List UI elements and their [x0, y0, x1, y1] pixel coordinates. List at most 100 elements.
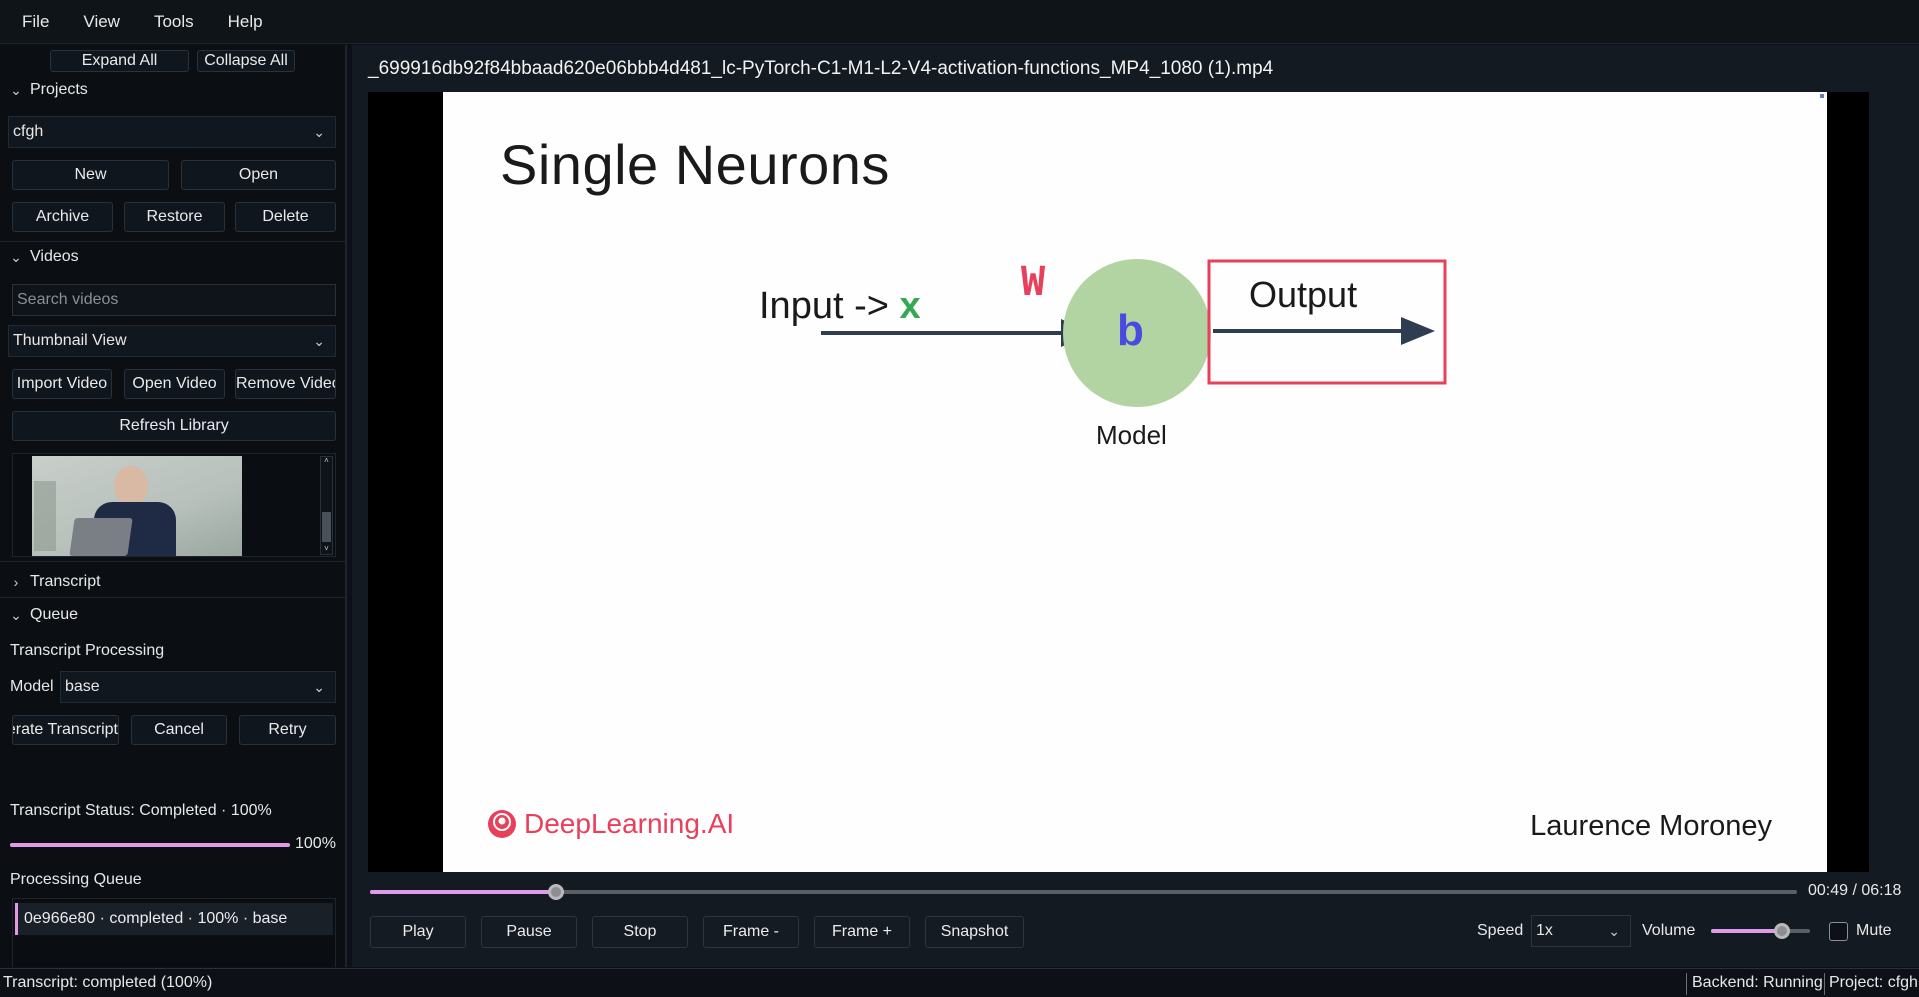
stop-button[interactable]: Stop — [592, 916, 688, 948]
volume-slider-fill — [1711, 929, 1783, 933]
expand-all-button[interactable]: Expand All — [50, 50, 189, 72]
thumbnail-scrollbar[interactable]: ˄ ˅ — [320, 456, 333, 555]
chevron-down-icon: ⌄ — [10, 606, 22, 623]
status-separator — [1824, 973, 1825, 995]
queue-section-header[interactable]: ⌄ Queue — [8, 606, 78, 624]
deeplearning-logo-icon — [488, 810, 516, 838]
menu-view[interactable]: View — [71, 12, 142, 32]
status-bar: Transcript: completed (100%) Backend: Ru… — [0, 968, 1919, 997]
chevron-down-icon: ⌄ — [1608, 923, 1620, 939]
neuron-diagram — [821, 259, 1447, 407]
slide-output-label: Output — [1249, 274, 1358, 315]
retry-button[interactable]: Retry — [239, 715, 336, 745]
import-video-button[interactable]: Import Video — [12, 369, 112, 399]
projects-section-header[interactable]: ⌄ Projects — [8, 81, 88, 99]
project-select[interactable]: cfgh ⌄ — [8, 116, 336, 148]
status-separator — [1686, 973, 1687, 995]
pause-button[interactable]: Pause — [481, 916, 577, 948]
chevron-down-icon: ⌄ — [313, 124, 325, 140]
model-select[interactable]: base ⌄ — [60, 671, 336, 703]
processing-queue-label: Processing Queue — [10, 871, 142, 888]
scroll-down-icon[interactable]: ˅ — [322, 544, 331, 554]
transcript-progress-text: 100% — [295, 835, 336, 852]
transcript-progress-bar — [10, 843, 290, 847]
menu-tools[interactable]: Tools — [142, 12, 216, 32]
processing-queue-list: 0e966e80 · completed · 100% · base — [12, 898, 336, 967]
scrollbar-thumb[interactable] — [322, 512, 331, 542]
open-video-button[interactable]: Open Video — [124, 369, 225, 399]
archive-project-button[interactable]: Archive — [12, 202, 113, 232]
generate-transcript-button[interactable]: Generate Transcript — [12, 715, 119, 745]
slide-bias-label: b — [1117, 306, 1144, 355]
transcript-header-label: Transcript — [30, 573, 101, 590]
divider — [0, 241, 345, 242]
plant-shape — [34, 481, 56, 551]
speed-select[interactable]: 1x ⌄ — [1531, 915, 1631, 947]
project-select-value: cfgh — [13, 123, 44, 140]
menu-help[interactable]: Help — [216, 12, 285, 32]
menu-bar: File View Tools Help — [0, 0, 1919, 44]
transcript-processing-label: Transcript Processing — [10, 642, 165, 659]
refresh-library-button[interactable]: Refresh Library — [12, 411, 336, 441]
volume-slider[interactable] — [1711, 923, 1810, 939]
new-project-button[interactable]: New — [12, 160, 169, 190]
video-thumbnail-list: ˄ ˅ — [12, 453, 336, 557]
chevron-down-icon: ⌄ — [313, 333, 325, 349]
video-file-title: _699916db92f84bbaad620e06bbb4d481_lc-PyT… — [368, 58, 1274, 79]
chevron-right-icon: › — [13, 574, 19, 590]
transcript-status-text: Transcript Status: Completed · 100% — [10, 802, 272, 819]
open-project-button[interactable]: Open — [181, 160, 336, 190]
scroll-up-icon[interactable]: ˄ — [322, 456, 331, 466]
video-thumbnail[interactable] — [32, 456, 242, 556]
restore-project-button[interactable]: Restore — [124, 202, 225, 232]
video-slide: Single Neurons Input -> x W b Output Mod… — [443, 92, 1827, 872]
chevron-down-icon: ⌄ — [10, 81, 22, 98]
transcript-section-header[interactable]: › Transcript — [8, 573, 101, 591]
menu-file[interactable]: File — [10, 12, 71, 32]
remove-video-button[interactable]: Remove Video — [235, 369, 336, 399]
time-readout: 00:49 / 06:18 — [1808, 882, 1902, 899]
frame-forward-button[interactable]: Frame + — [814, 916, 910, 948]
laptop-shape — [69, 518, 133, 556]
queue-header-label: Queue — [30, 606, 79, 623]
play-button[interactable]: Play — [370, 916, 466, 948]
slide-presenter-name: Laurence Moroney — [1530, 810, 1772, 842]
videos-section-header[interactable]: ⌄ Videos — [8, 248, 79, 266]
collapse-all-button[interactable]: Collapse All — [197, 50, 295, 72]
model-select-value: base — [65, 678, 100, 695]
generate-transcript-label: Generate Transcript — [13, 721, 118, 738]
speed-label: Speed — [1477, 922, 1524, 939]
mute-label: Mute — [1856, 922, 1892, 939]
slide-model-label: Model — [1096, 420, 1167, 450]
status-transcript: Transcript: completed (100%) — [3, 974, 213, 991]
volume-label: Volume — [1642, 922, 1696, 939]
speed-select-value: 1x — [1536, 922, 1553, 939]
slide-corner-marker — [1820, 94, 1824, 98]
cancel-button[interactable]: Cancel — [131, 715, 227, 745]
status-project: Project: cfgh — [1829, 974, 1918, 991]
delete-project-button[interactable]: Delete — [235, 202, 336, 232]
video-search-input[interactable]: Search videos — [12, 284, 336, 316]
mute-checkbox[interactable] — [1829, 922, 1848, 941]
presenter-head — [114, 466, 148, 506]
sidebar: Expand All Collapse All ⌄ Projects cfgh … — [0, 45, 347, 967]
frame-back-button[interactable]: Frame - — [703, 916, 799, 948]
transcript-progress-fill — [10, 843, 290, 847]
seek-bar-handle[interactable] — [547, 884, 564, 900]
snapshot-button[interactable]: Snapshot — [925, 916, 1024, 948]
slide-brand-text: DeepLearning.AI — [524, 808, 735, 839]
slide-brand-logo: DeepLearning.AI — [486, 808, 734, 840]
video-view-select[interactable]: Thumbnail View ⌄ — [8, 325, 336, 357]
projects-header-label: Projects — [30, 81, 88, 98]
seek-bar-fill — [370, 890, 556, 894]
chevron-down-icon: ⌄ — [10, 248, 22, 265]
videos-header-label: Videos — [30, 248, 79, 265]
chevron-down-icon: ⌄ — [313, 679, 325, 695]
output-arrow-head — [1401, 317, 1435, 345]
divider — [0, 597, 345, 598]
status-backend: Backend: Running — [1692, 974, 1823, 991]
model-label: Model — [10, 678, 54, 695]
seek-bar[interactable] — [370, 884, 1797, 900]
video-view-value: Thumbnail View — [13, 332, 127, 349]
queue-list-item[interactable]: 0e966e80 · completed · 100% · base — [15, 903, 333, 935]
